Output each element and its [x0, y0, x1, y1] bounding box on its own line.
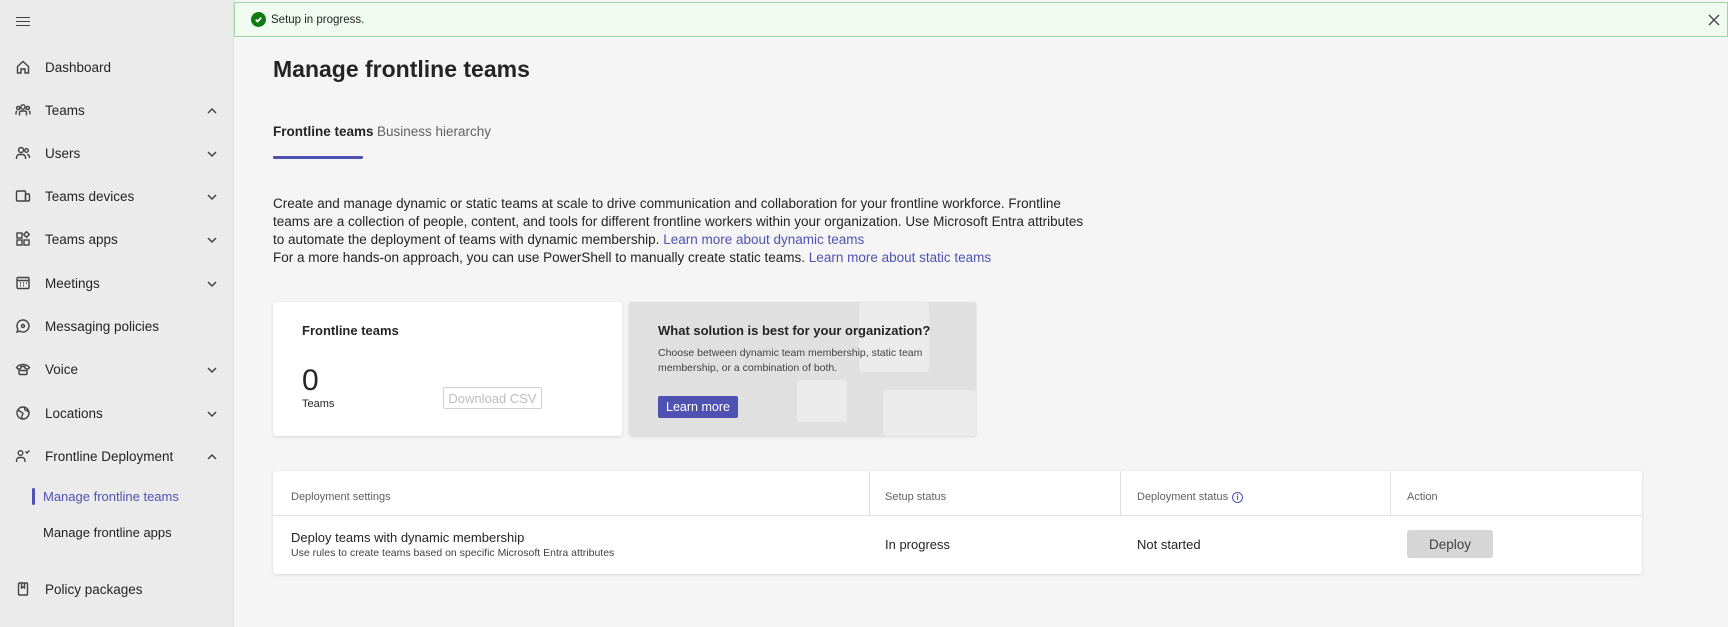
info-icon[interactable]: i: [1232, 491, 1244, 503]
teams-icon: [14, 101, 32, 119]
chevron-down-icon: [206, 147, 218, 159]
sidebar-item-voice[interactable]: Voice: [0, 352, 234, 386]
chevron-up-icon: [206, 450, 218, 462]
deployment-status: Not started: [1137, 537, 1201, 552]
row-divider: [273, 515, 1642, 516]
package-icon: [14, 580, 32, 598]
active-indicator: [32, 487, 35, 505]
sidebar-item-label: Policy packages: [45, 581, 143, 597]
chat-icon: [14, 317, 32, 335]
sidebar-item-frontline-deployment[interactable]: Frontline Deployment: [0, 439, 234, 473]
sidebar-item-policy-packages[interactable]: Policy packages: [0, 572, 234, 606]
globe-icon: [14, 404, 32, 422]
sidebar: Dashboard Teams Users Teams devices Team…: [0, 0, 234, 627]
check-circle-icon: [251, 12, 266, 27]
setup-status: In progress: [885, 537, 951, 552]
phone-icon: [14, 360, 32, 378]
sidebar-item-label: Messaging policies: [45, 318, 160, 334]
teams-count: 0: [302, 364, 319, 397]
sidebar-item-label: Meetings: [45, 275, 100, 291]
tab-frontline-teams[interactable]: Frontline teams: [273, 124, 374, 139]
deployment-table: Deployment settings Setup status Deploym…: [273, 471, 1642, 574]
banner-message: Setup in progress.: [271, 13, 365, 26]
hamburger-menu-icon[interactable]: [16, 14, 30, 28]
chevron-down-icon: [206, 233, 218, 245]
close-icon[interactable]: [1707, 13, 1721, 27]
card-title: What solution is best for your organizat…: [658, 323, 931, 338]
column-divider: [869, 471, 870, 515]
chevron-down-icon: [206, 407, 218, 419]
sidebar-item-label: Teams apps: [45, 231, 118, 247]
chevron-up-icon: [206, 104, 218, 116]
device-icon: [14, 187, 32, 205]
apps-icon: [14, 230, 32, 248]
chevron-down-icon: [206, 190, 218, 202]
sidebar-item-users[interactable]: Users: [0, 136, 234, 170]
chevron-down-icon: [206, 277, 218, 289]
deploy-button[interactable]: Deploy: [1407, 530, 1493, 558]
sidebar-item-label: Dashboard: [45, 59, 112, 75]
sidebar-subitem-manage-frontline-teams[interactable]: Manage frontline teams: [0, 482, 234, 510]
sidebar-item-teams-devices[interactable]: Teams devices: [0, 179, 234, 213]
tab-underline: [273, 156, 363, 159]
column-divider: [1390, 471, 1391, 515]
sidebar-subitem-label: Manage frontline teams: [43, 488, 179, 504]
sidebar-item-label: Locations: [45, 405, 103, 421]
teams-count-label: Teams: [302, 398, 335, 410]
calendar-icon: [14, 274, 32, 292]
tab-business-hierarchy[interactable]: Business hierarchy: [377, 124, 491, 139]
column-header: Deployment settings: [291, 491, 391, 503]
people-icon: [14, 447, 32, 465]
column-divider: [1120, 471, 1121, 515]
sidebar-item-label: Users: [45, 145, 81, 161]
setting-subtitle: Use rules to create teams based on speci…: [291, 547, 615, 559]
solution-card: What solution is best for your organizat…: [629, 302, 976, 436]
sidebar-item-label: Teams devices: [45, 188, 135, 204]
card-title: Frontline teams: [302, 323, 399, 338]
column-header-deployment-status: Deployment status i: [1137, 491, 1244, 503]
column-header-label: Deployment status: [1137, 491, 1229, 503]
column-header: Action: [1407, 491, 1438, 503]
learn-more-static-link[interactable]: Learn more about static teams: [809, 250, 991, 265]
sidebar-subitem-manage-frontline-apps[interactable]: Manage frontline apps: [0, 518, 234, 546]
sidebar-item-label: Teams: [45, 102, 85, 118]
sidebar-item-label: Frontline Deployment: [45, 448, 174, 464]
decor-shape: [883, 390, 976, 436]
sidebar-subitem-label: Manage frontline apps: [43, 524, 172, 540]
sidebar-item-teams-apps[interactable]: Teams apps: [0, 222, 234, 256]
sidebar-item-label: Voice: [45, 361, 79, 377]
page-description: Create and manage dynamic or static team…: [273, 195, 1093, 267]
sidebar-item-messaging-policies[interactable]: Messaging policies: [0, 309, 234, 343]
users-icon: [14, 144, 32, 162]
page-title: Manage frontline teams: [273, 56, 530, 82]
status-banner: Setup in progress.: [234, 2, 1728, 37]
setting-title: Deploy teams with dynamic membership: [291, 530, 525, 545]
home-icon: [14, 58, 32, 76]
download-csv-button[interactable]: Download CSV: [443, 387, 542, 409]
decor-shape: [797, 380, 847, 422]
learn-more-button[interactable]: Learn more: [658, 396, 738, 418]
learn-more-dynamic-link[interactable]: Learn more about dynamic teams: [663, 232, 864, 247]
chevron-down-icon: [206, 363, 218, 375]
frontline-teams-card: Frontline teams 0 Teams Download CSV: [273, 302, 622, 436]
column-header: Setup status: [885, 491, 947, 503]
sidebar-item-dashboard[interactable]: Dashboard: [0, 50, 234, 84]
sidebar-item-locations[interactable]: Locations: [0, 396, 234, 430]
card-text: Choose between dynamic team membership, …: [658, 347, 923, 374]
description-text-2: For a more hands-on approach, you can us…: [273, 250, 806, 265]
sidebar-item-teams[interactable]: Teams: [0, 93, 234, 127]
sidebar-item-meetings[interactable]: Meetings: [0, 266, 234, 300]
